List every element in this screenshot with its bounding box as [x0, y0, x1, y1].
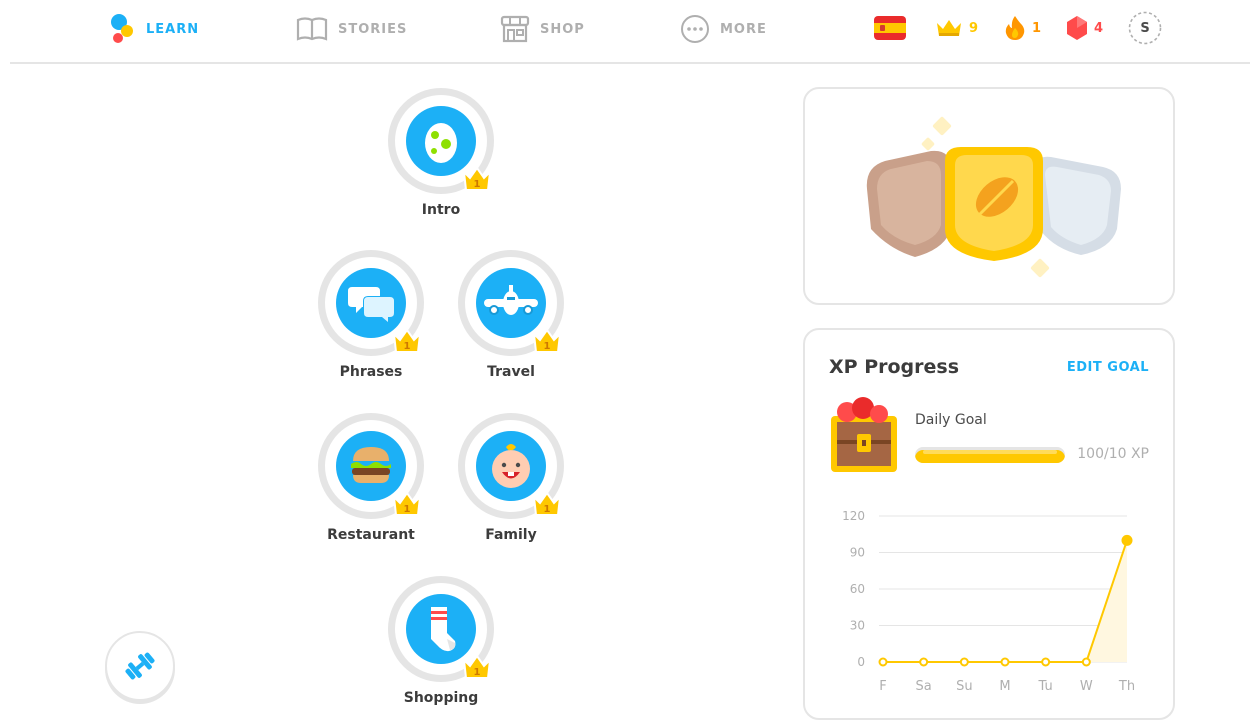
svg-text:1: 1: [404, 504, 411, 515]
xp-weekly-chart: 0 30 60 90 120 F Sa Su M Tu W Th: [842, 509, 1135, 694]
crown-level-icon: 1: [392, 491, 422, 516]
nav-shop[interactable]: SHOP: [500, 12, 585, 46]
skill-label: Intro: [421, 202, 461, 218]
baby-icon: [492, 444, 530, 488]
nav-shop-label: SHOP: [540, 21, 585, 37]
svg-text:1: 1: [404, 341, 411, 352]
gem-icon: [1067, 16, 1087, 40]
chart-data-point: [1121, 534, 1133, 546]
topbar-divider: [10, 62, 1250, 64]
skill-label: Phrases: [339, 364, 403, 380]
crowns-count: 9: [969, 20, 979, 36]
chart-x-tick-label: Su: [956, 679, 973, 694]
skill-label: Family: [485, 527, 537, 543]
crown-icon: [937, 20, 961, 36]
top-nav-bar: LEARN STORIES SHOP MORE 9 1 4 S: [0, 0, 1250, 58]
skill-progress-ring: 1: [318, 250, 424, 356]
svg-text:1: 1: [544, 504, 551, 515]
burger-icon: [351, 447, 391, 483]
chart-x-tick-label: Tu: [1038, 679, 1053, 694]
crown-level-icon: 1: [392, 328, 422, 353]
book-icon: [296, 17, 328, 41]
crowns-counter[interactable]: 9: [935, 14, 978, 42]
chart-y-tick-label: 60: [850, 582, 865, 596]
skill-shopping[interactable]: 1 Shopping: [381, 576, 501, 706]
skill-travel[interactable]: 1 Travel: [451, 250, 571, 380]
profile-avatar[interactable]: S: [1128, 11, 1162, 45]
chart-series-line: [883, 540, 1128, 663]
more-icon: [681, 15, 709, 43]
skill-label: Restaurant: [327, 527, 415, 543]
skill-progress-ring: 1: [458, 413, 564, 519]
chart-data-point: [959, 657, 969, 667]
crown-level-icon: 1: [532, 491, 562, 516]
skill-progress-ring: 1: [318, 413, 424, 519]
language-selector[interactable]: [873, 14, 907, 42]
nav-more[interactable]: MORE: [680, 12, 767, 46]
skill-restaurant[interactable]: 1 Restaurant: [311, 413, 431, 543]
streak-count: 1: [1032, 20, 1042, 36]
shop-icon: [500, 15, 530, 43]
svg-text:1: 1: [544, 341, 551, 352]
league-shields-icon: [866, 116, 1121, 278]
nav-stories[interactable]: STORIES: [296, 12, 407, 46]
egg-icon: [425, 123, 457, 163]
skill-progress-ring: 1: [388, 88, 494, 194]
streak-counter[interactable]: 1: [1004, 14, 1041, 42]
speech-bubbles-icon: [348, 287, 394, 323]
chart-x-tick-label: F: [879, 679, 886, 694]
chart-x-tick-label: Th: [1118, 679, 1135, 694]
chart-data-point: [1000, 657, 1010, 667]
chart-x-tick-label: Sa: [916, 679, 932, 694]
skill-label: Travel: [487, 364, 535, 380]
flame-icon: [1005, 16, 1025, 40]
crown-level-icon: 1: [462, 654, 492, 679]
chart-data-point: [1081, 657, 1091, 667]
sock-icon: [431, 607, 456, 652]
chart-area: [883, 540, 1127, 662]
crown-level-icon: 1: [462, 166, 492, 191]
skill-progress-ring: 1: [388, 576, 494, 682]
crown-level-icon: 1: [532, 328, 562, 353]
avatar-initial: S: [1140, 20, 1150, 36]
chart-data-point: [878, 657, 888, 667]
chart-x-tick-label: W: [1080, 679, 1093, 694]
skill-family[interactable]: 1 Family: [451, 413, 571, 543]
skill-intro[interactable]: 1 Intro: [381, 88, 501, 218]
gems-count: 4: [1094, 20, 1104, 36]
practice-button[interactable]: [105, 631, 175, 701]
league-card[interactable]: [803, 87, 1175, 305]
chart-data-point: [1041, 657, 1051, 667]
xp-progress-card: XP Progress EDIT GOAL Daily Goal 100/10 …: [803, 328, 1175, 720]
nav-stories-label: STORIES: [338, 21, 408, 37]
chart-y-tick-label: 120: [842, 509, 865, 523]
learn-icon: [111, 14, 133, 43]
nav-learn-label: LEARN: [146, 21, 200, 37]
chart-y-tick-label: 90: [850, 546, 865, 560]
nav-learn[interactable]: LEARN: [108, 12, 199, 46]
dumbbell-icon: [125, 652, 155, 680]
chart-data-point: [919, 657, 929, 667]
svg-text:1: 1: [474, 179, 481, 190]
airplane-icon: [484, 285, 538, 315]
skill-progress-ring: 1: [458, 250, 564, 356]
skill-phrases[interactable]: 1 Phrases: [311, 250, 431, 380]
nav-more-label: MORE: [720, 21, 767, 37]
spanish-flag-icon: [874, 16, 906, 40]
svg-text:1: 1: [474, 667, 481, 678]
chart-y-tick-label: 30: [850, 619, 865, 633]
chart-y-tick-label: 0: [857, 655, 865, 669]
skill-label: Shopping: [403, 690, 479, 706]
chart-x-tick-label: M: [999, 679, 1010, 694]
gems-counter[interactable]: 4: [1066, 14, 1103, 42]
